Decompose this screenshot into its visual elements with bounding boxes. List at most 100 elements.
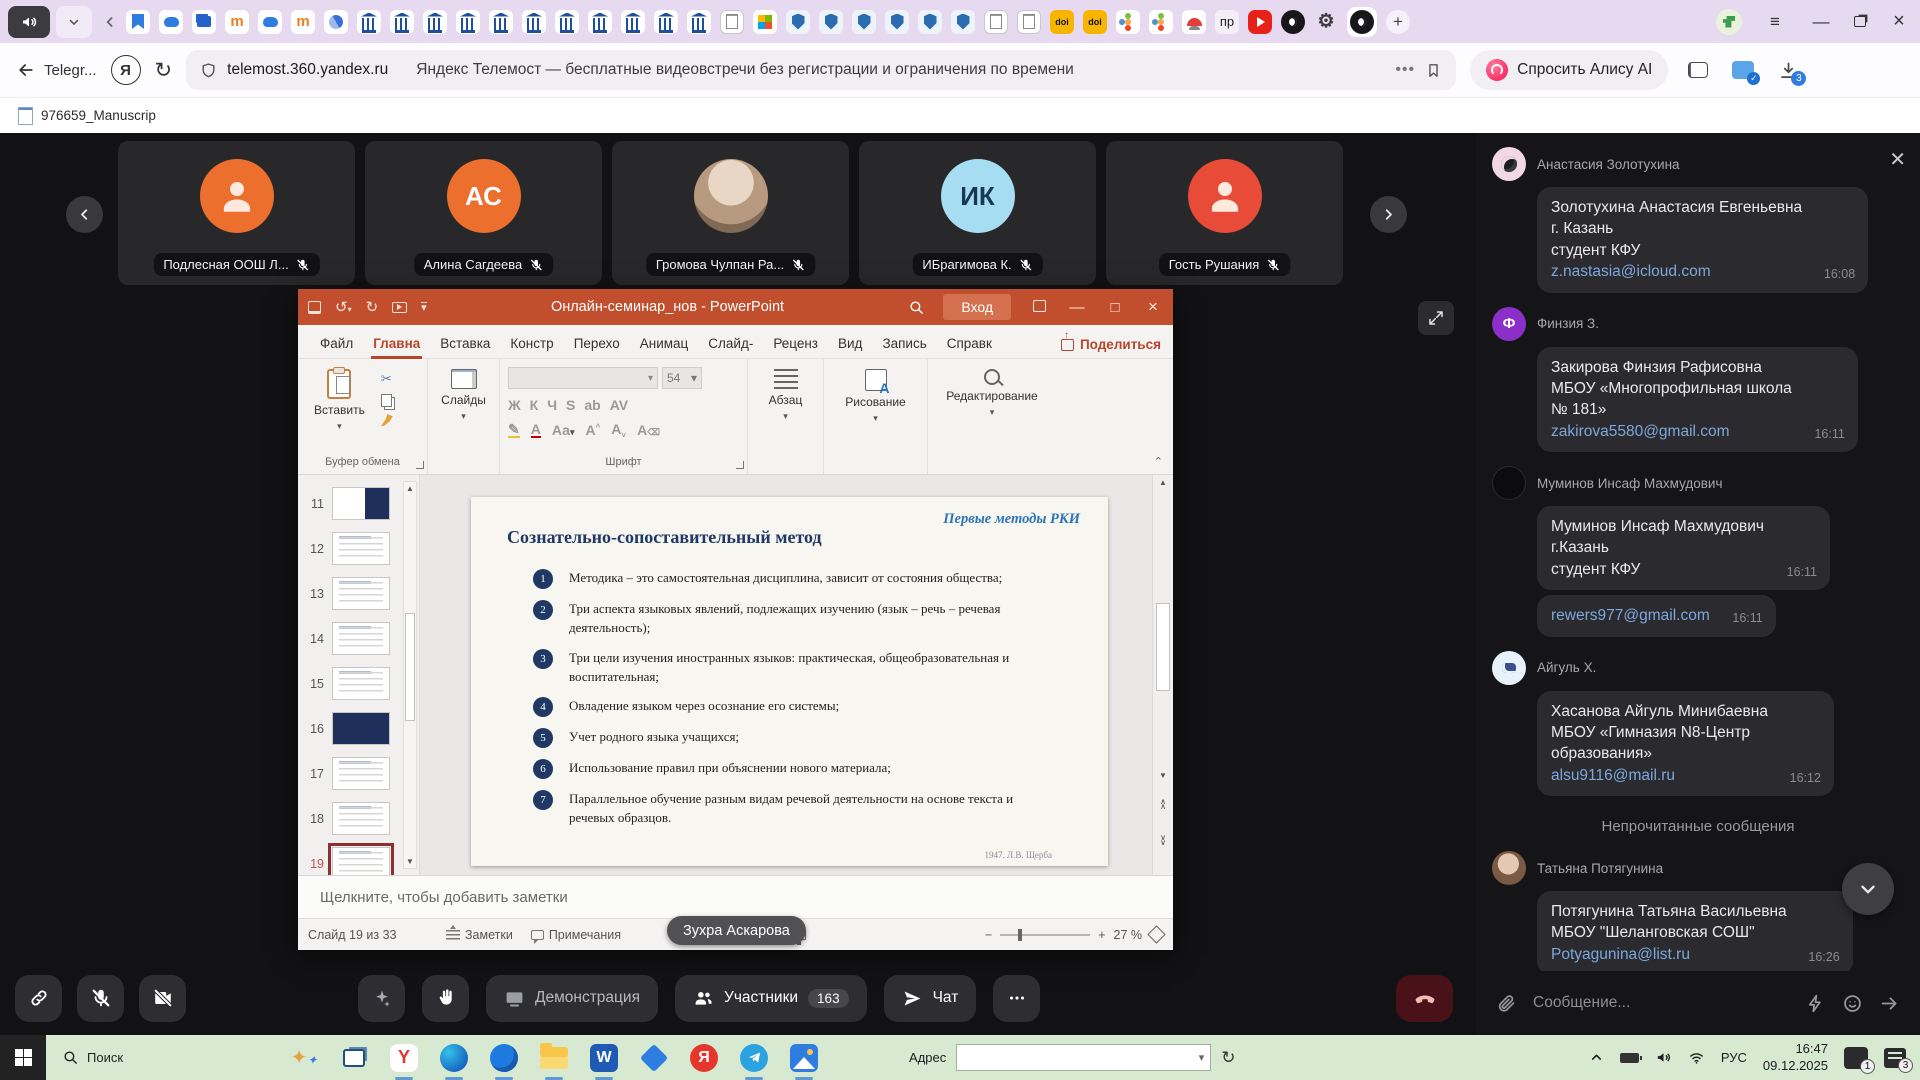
scrollbar-thumb[interactable] xyxy=(1156,603,1170,691)
scrollbar-thumb[interactable] xyxy=(405,613,415,721)
scroll-up-icon[interactable]: ▲ xyxy=(404,484,416,493)
ribbon-tab-6[interactable]: Анимац xyxy=(630,329,699,358)
browser-tab-bookmark-blue-icon[interactable] xyxy=(126,10,150,34)
browser-tab-gear-icon[interactable] xyxy=(1314,10,1338,34)
chat-email-link[interactable]: z.nastasia@icloud.com xyxy=(1551,263,1711,280)
chat-close-button[interactable]: ✕ xyxy=(1889,147,1906,172)
taskbar-app-yandex[interactable]: Я xyxy=(689,1043,719,1073)
slide-thumbnail[interactable] xyxy=(332,757,390,790)
browser-tab-joomla-icon[interactable] xyxy=(1116,10,1140,34)
bookmark-item[interactable]: 976659_Manuscrip xyxy=(41,108,156,123)
chat-bubble[interactable]: Золотухина Анастасия Евгеньевнаг. Казань… xyxy=(1537,187,1868,293)
pp-minimize-button[interactable]: — xyxy=(1067,299,1087,316)
browser-tab-crest-icon[interactable] xyxy=(819,10,843,34)
more-options-button[interactable] xyxy=(993,975,1040,1022)
thumbnail-scrollbar[interactable]: ▲ ▼ xyxy=(403,481,417,869)
quick-reaction-icon[interactable] xyxy=(1805,993,1826,1014)
customize-qat-icon[interactable]: ▾ xyxy=(421,302,427,312)
browser-tab-ms-grid-icon[interactable] xyxy=(753,10,777,34)
taskbar-search[interactable]: Поиск xyxy=(46,1049,139,1066)
font-style-button[interactable]: ab xyxy=(584,397,600,413)
font-dialog-launcher[interactable] xyxy=(736,461,744,469)
font-size-combobox[interactable]: 54▾ xyxy=(662,367,702,389)
copy-link-button[interactable] xyxy=(15,975,62,1022)
slide-thumbnail[interactable] xyxy=(332,802,390,835)
address-go-button[interactable]: ↻ xyxy=(1221,1048,1235,1068)
slide-thumbnail[interactable] xyxy=(332,622,390,655)
slide-thumbnail[interactable] xyxy=(332,667,390,700)
clear-format-button[interactable]: А⌫ xyxy=(637,422,660,438)
browser-tab-bank-icon[interactable] xyxy=(621,10,645,34)
paste-button[interactable]: Вставить ▾ xyxy=(306,367,373,434)
chat-bubble[interactable]: rewers977@gmail.com16:11 xyxy=(1537,595,1776,636)
clipboard-dialog-launcher[interactable] xyxy=(416,461,424,469)
ribbon-display-options-button[interactable] xyxy=(1029,299,1049,316)
browser-tab-doc-icon[interactable] xyxy=(1017,10,1041,34)
participant-tile[interactable]: Подлесная ООШ Л... xyxy=(118,141,355,285)
browser-tab-bank-icon[interactable] xyxy=(687,10,711,34)
save-icon[interactable] xyxy=(308,301,321,314)
slide-thumbnail-row[interactable]: 11 xyxy=(298,481,419,526)
redo-icon[interactable]: ↻ xyxy=(366,298,379,316)
chat-bubble[interactable]: Потягунина Татьяна ВасильевнаМБОУ "Шелан… xyxy=(1537,891,1853,971)
slide-thumbnail[interactable] xyxy=(332,847,390,875)
slide-thumbnail-row[interactable]: 19 xyxy=(298,841,419,875)
camera-button[interactable] xyxy=(139,975,186,1022)
zoom-out-button[interactable]: − xyxy=(985,928,992,942)
previous-slide-button[interactable]: ∧∧ xyxy=(1153,799,1173,809)
tray-app-icon[interactable]: 1 xyxy=(1844,1047,1868,1069)
minimize-button[interactable]: — xyxy=(1808,12,1834,32)
share-screen-button[interactable]: Демонстрация xyxy=(486,975,658,1022)
downloads-button[interactable]: 3 xyxy=(1778,60,1799,81)
ribbon-tab-11[interactable]: Справк xyxy=(937,329,1002,358)
slide-thumbnail[interactable] xyxy=(332,712,390,745)
pp-close-button[interactable]: × xyxy=(1143,297,1163,317)
chat-bubble[interactable]: Муминов Инсаф Махмудовичг.Казаньстудент … xyxy=(1537,506,1830,590)
browser-tab-folder-blue-icon[interactable] xyxy=(192,10,216,34)
chat-bubble[interactable]: Закирова Финзия РафисовнаМБОУ «Многопроф… xyxy=(1537,347,1858,453)
browser-tab-youtube-icon[interactable] xyxy=(1248,10,1272,34)
new-tab-button[interactable] xyxy=(1386,10,1410,34)
comments-toggle[interactable]: Примечания xyxy=(531,928,621,942)
taskbar-app-messenger[interactable] xyxy=(489,1043,519,1073)
next-slide-button[interactable]: ∨∨ xyxy=(1153,835,1173,845)
yandex-home-button[interactable]: Я xyxy=(111,55,141,85)
browser-tab-m-orange-icon[interactable] xyxy=(225,10,249,34)
bookmark-flag-icon[interactable] xyxy=(1425,62,1442,79)
sign-in-button[interactable]: Вход xyxy=(943,294,1011,320)
notes-toggle[interactable]: Заметки xyxy=(446,928,513,942)
browser-tab-cloud-blue-icon[interactable] xyxy=(258,10,282,34)
reload-button[interactable]: ↻ xyxy=(155,58,173,83)
effects-button[interactable] xyxy=(358,975,405,1022)
slide-thumbnail-row[interactable]: 12 xyxy=(298,526,419,571)
page-url[interactable]: telemost.360.yandex.ru xyxy=(227,61,388,79)
format-painter-button[interactable] xyxy=(381,414,393,426)
slide-thumbnail[interactable] xyxy=(332,577,390,610)
extension-dino-icon[interactable] xyxy=(1716,9,1742,35)
tab-list-dropdown[interactable] xyxy=(56,6,92,38)
ribbon-tab-8[interactable]: Реценз xyxy=(763,329,828,358)
start-button[interactable] xyxy=(0,1035,46,1080)
new-slide-button[interactable]: Слайды ▾ xyxy=(436,367,491,424)
slide-thumbnail-row[interactable]: 13 xyxy=(298,571,419,616)
browser-tab-crest-icon[interactable] xyxy=(885,10,909,34)
scroll-up-icon[interactable]: ▲ xyxy=(1153,478,1173,487)
browser-tab-crest-icon[interactable] xyxy=(951,10,975,34)
participant-tile[interactable]: ИКИБрагимова К. xyxy=(859,141,1096,285)
microphone-button[interactable] xyxy=(77,975,124,1022)
browser-tab-bank-icon[interactable] xyxy=(489,10,513,34)
taskbar-app-explorer[interactable] xyxy=(539,1043,569,1073)
slide-thumbnail[interactable] xyxy=(332,532,390,565)
clock[interactable]: 16:47 09.12.2025 xyxy=(1763,1041,1828,1075)
attach-icon[interactable] xyxy=(1496,993,1517,1014)
ribbon-tab-5[interactable]: Перехо xyxy=(564,329,630,358)
browser-tab-doc-icon[interactable] xyxy=(984,10,1008,34)
raise-hand-button[interactable] xyxy=(422,975,469,1022)
taskbar-app-word[interactable]: W xyxy=(589,1043,619,1073)
fit-to-window-icon[interactable] xyxy=(1147,925,1165,943)
browser-tab-umbrella-icon[interactable] xyxy=(1182,10,1206,34)
wifi-icon[interactable] xyxy=(1688,1049,1705,1066)
ribbon-tab-3[interactable]: Вставка xyxy=(430,329,500,358)
browser-tab-dark-app-icon[interactable] xyxy=(1281,10,1305,34)
omnibox[interactable]: telemost.360.yandex.ru Яндекс Телемост —… xyxy=(186,50,1456,90)
